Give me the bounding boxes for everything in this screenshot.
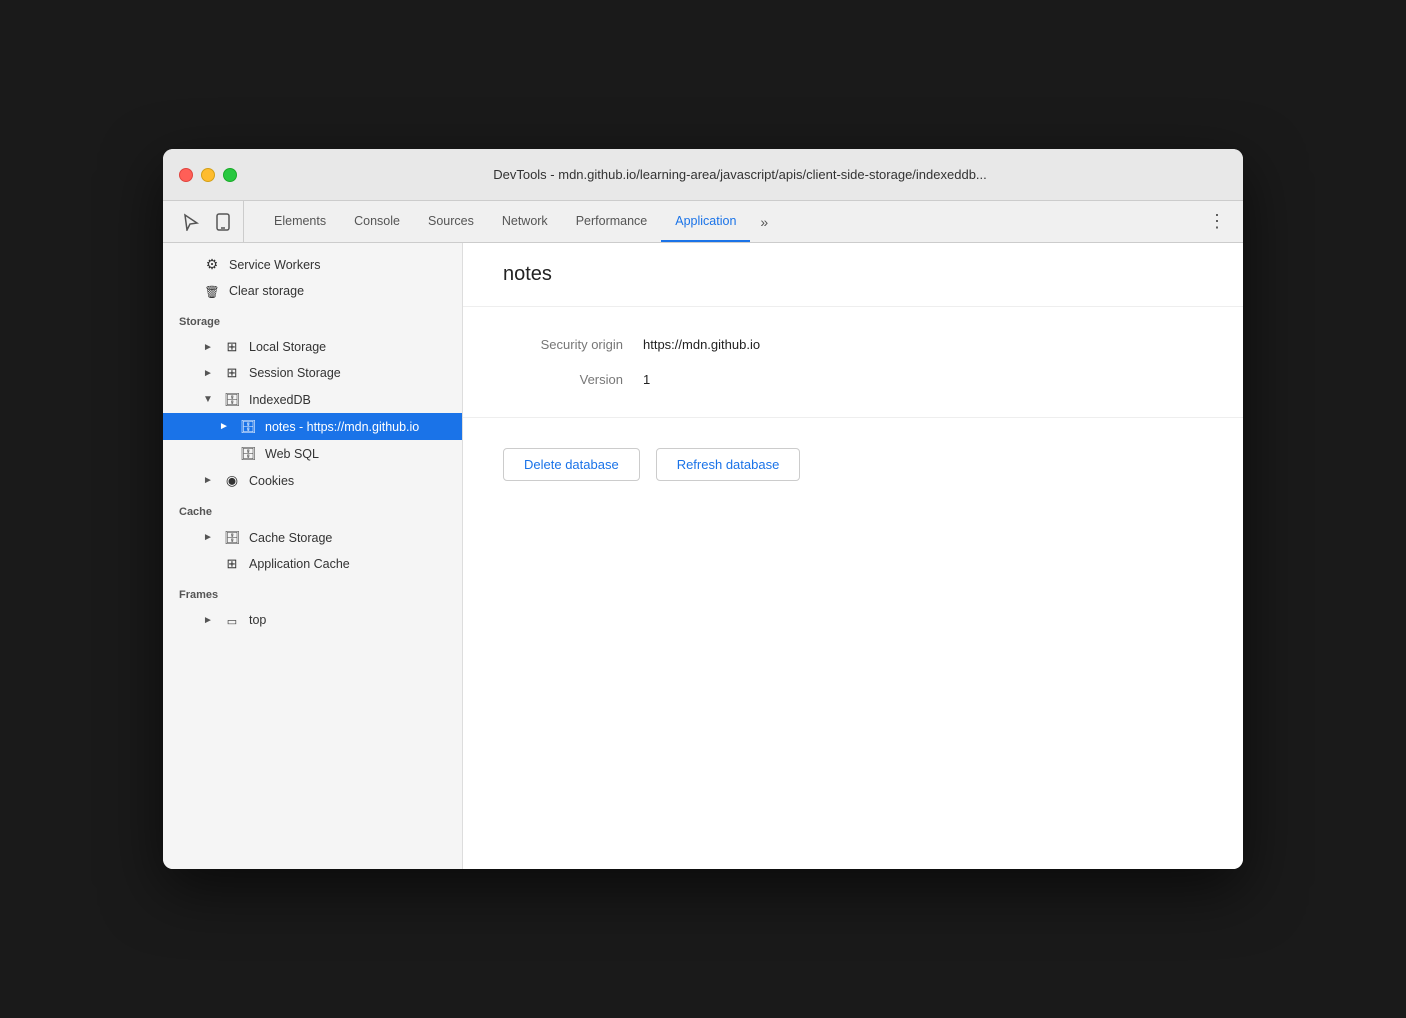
mobile-icon[interactable]: [211, 210, 235, 234]
close-button[interactable]: [179, 168, 193, 182]
menu-dots-button[interactable]: ⋮: [1200, 201, 1235, 242]
sidebar-item-cookies[interactable]: ► Cookies: [163, 467, 462, 494]
devtools-window: DevTools - mdn.github.io/learning-area/j…: [163, 149, 1243, 869]
expand-arrow: ►: [203, 615, 215, 626]
database-icon: [223, 529, 241, 546]
expand-arrow: ►: [219, 421, 231, 432]
storage-section-label: Storage: [163, 304, 462, 334]
sidebar-item-cache-storage[interactable]: ► Cache Storage: [163, 524, 462, 551]
tab-elements[interactable]: Elements: [260, 201, 340, 242]
frame-icon: [223, 612, 241, 628]
window-title: DevTools - mdn.github.io/learning-area/j…: [253, 167, 1227, 182]
panel-title: notes: [463, 243, 1243, 307]
sidebar-item-app-cache[interactable]: ► ⊞ Application Cache: [163, 551, 462, 577]
sidebar-item-clear-storage[interactable]: Clear storage: [163, 278, 462, 304]
panel-info: Security origin https://mdn.github.io Ve…: [463, 307, 1243, 418]
database-icon: [239, 418, 257, 435]
tab-sources[interactable]: Sources: [414, 201, 488, 242]
sidebar-item-notes-db[interactable]: ► notes - https://mdn.github.io: [163, 413, 462, 440]
sidebar-item-local-storage[interactable]: ► ⊞ Local Storage: [163, 334, 462, 360]
trash-icon: [203, 283, 221, 299]
info-row-version: Version 1: [503, 372, 1203, 387]
expand-arrow: ►: [203, 532, 215, 543]
title-bar: DevTools - mdn.github.io/learning-area/j…: [163, 149, 1243, 201]
right-panel: notes Security origin https://mdn.github…: [463, 243, 1243, 869]
database-icon: [223, 391, 241, 408]
gear-icon: [203, 256, 221, 273]
sidebar-item-service-workers[interactable]: Service Workers: [163, 251, 462, 278]
tab-bar: Elements Console Sources Network Perform…: [163, 201, 1243, 243]
cookie-icon: [223, 472, 241, 489]
delete-database-button[interactable]: Delete database: [503, 448, 640, 481]
version-label: Version: [503, 372, 623, 387]
toolbar-icons: [171, 201, 244, 242]
tab-console[interactable]: Console: [340, 201, 414, 242]
sidebar-item-web-sql[interactable]: ► Web SQL: [163, 440, 462, 467]
expand-arrow: ►: [203, 342, 215, 353]
cache-section-label: Cache: [163, 494, 462, 524]
more-tabs-button[interactable]: »: [750, 201, 778, 242]
version-value: 1: [643, 372, 650, 387]
grid-icon: ⊞: [223, 365, 241, 381]
database-icon: [239, 445, 257, 462]
tab-network[interactable]: Network: [488, 201, 562, 242]
info-row-security: Security origin https://mdn.github.io: [503, 337, 1203, 352]
traffic-lights: [179, 168, 237, 182]
sidebar-item-top-frame[interactable]: ► top: [163, 607, 462, 633]
panel-actions: Delete database Refresh database: [463, 418, 1243, 511]
refresh-database-button[interactable]: Refresh database: [656, 448, 801, 481]
sidebar-item-indexeddb[interactable]: ▼ IndexedDB: [163, 386, 462, 413]
tab-application[interactable]: Application: [661, 201, 750, 242]
expand-arrow: ►: [203, 368, 215, 379]
sidebar: Service Workers Clear storage Storage ► …: [163, 243, 463, 869]
main-content: Service Workers Clear storage Storage ► …: [163, 243, 1243, 869]
sidebar-item-session-storage[interactable]: ► ⊞ Session Storage: [163, 360, 462, 386]
maximize-button[interactable]: [223, 168, 237, 182]
grid-icon: ⊞: [223, 556, 241, 572]
collapse-arrow: ▼: [203, 394, 215, 405]
security-value: https://mdn.github.io: [643, 337, 760, 352]
minimize-button[interactable]: [201, 168, 215, 182]
expand-arrow: ►: [203, 475, 215, 486]
tab-performance[interactable]: Performance: [562, 201, 662, 242]
security-label: Security origin: [503, 337, 623, 352]
cursor-icon[interactable]: [179, 210, 203, 234]
frames-section-label: Frames: [163, 577, 462, 607]
grid-icon: ⊞: [223, 339, 241, 355]
